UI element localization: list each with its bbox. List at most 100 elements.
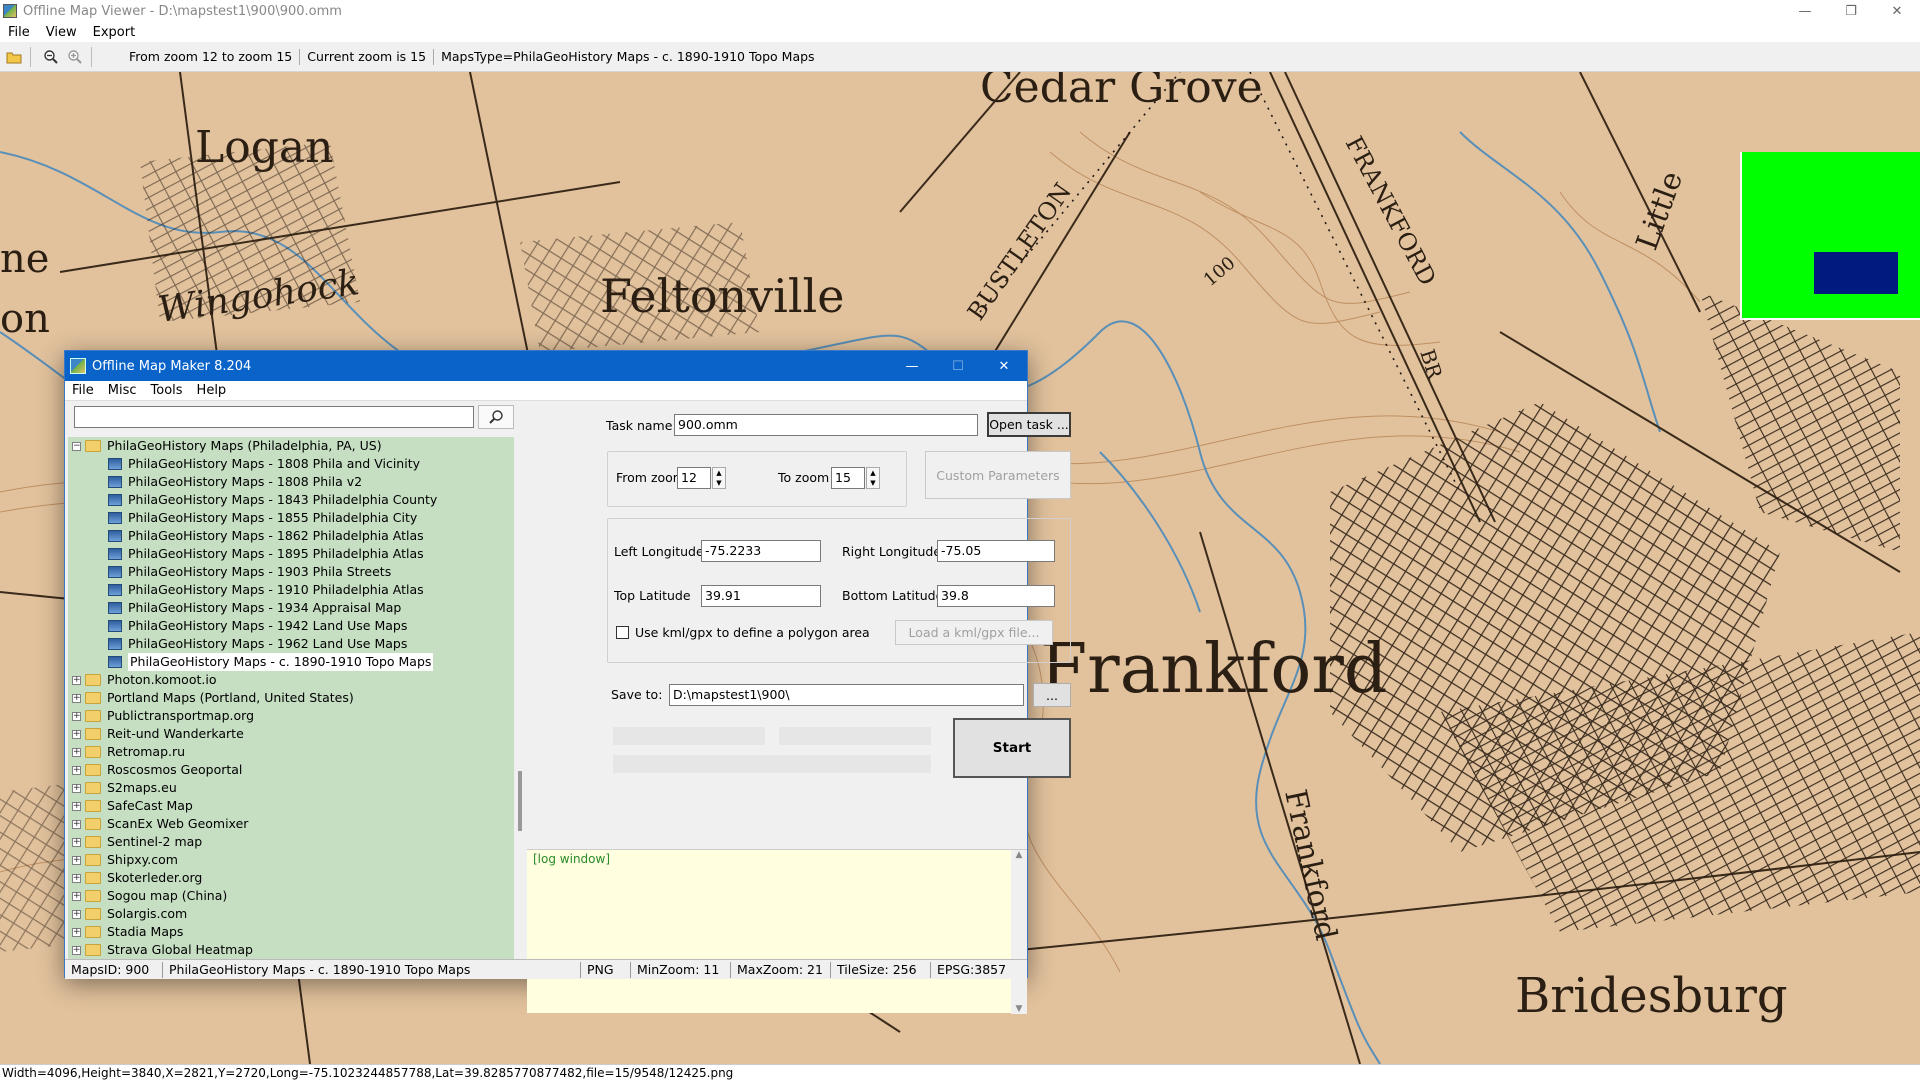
start-button[interactable]: Start <box>953 718 1071 778</box>
menu-view[interactable]: View <box>38 25 85 40</box>
tree-node-label: Solargis.com <box>107 906 188 921</box>
expand-icon[interactable]: + <box>72 873 81 883</box>
maps-tree[interactable]: − PhilaGeoHistory Maps (Philadelphia, PA,… <box>68 437 514 959</box>
tree-map-node[interactable]: PhilaGeoHistory Maps - c. 1890-1910 Topo… <box>68 653 514 671</box>
tree-map-node[interactable]: PhilaGeoHistory Maps - 1962 Land Use Map… <box>68 635 514 653</box>
tree-group-node[interactable]: + S2maps.eu <box>68 779 514 797</box>
tree-group-node[interactable]: + Strava Global Heatmap <box>68 941 514 959</box>
tree-group-node[interactable]: + Portland Maps (Portland, United States) <box>68 689 514 707</box>
menu-help[interactable]: Help <box>190 383 234 398</box>
expand-icon[interactable]: + <box>72 747 81 757</box>
overview-viewport[interactable] <box>1814 252 1898 294</box>
zoom-in-icon[interactable] <box>65 47 85 67</box>
zoom-out-icon[interactable] <box>41 47 61 67</box>
expand-icon[interactable]: + <box>72 729 81 739</box>
expand-icon[interactable]: + <box>72 855 81 865</box>
tree-group-node[interactable]: + Reit-und Wanderkarte <box>68 725 514 743</box>
tree-group-node[interactable]: + Retromap.ru <box>68 743 514 761</box>
save-to-input[interactable]: D:\mapstest1\900\ <box>669 684 1024 706</box>
tree-group-node[interactable]: + Roscosmos Geoportal <box>68 761 514 779</box>
tree-map-node[interactable]: PhilaGeoHistory Maps - 1862 Philadelphia… <box>68 527 514 545</box>
task-name-label: Task name <box>606 418 673 433</box>
tree-group-node[interactable]: − PhilaGeoHistory Maps (Philadelphia, PA,… <box>68 437 514 455</box>
tree-map-node[interactable]: PhilaGeoHistory Maps - 1910 Philadelphia… <box>68 581 514 599</box>
map-icon <box>108 620 122 632</box>
expand-icon[interactable]: + <box>72 909 81 919</box>
tree-map-node[interactable]: PhilaGeoHistory Maps - 1808 Phila and Vi… <box>68 455 514 473</box>
menu-file[interactable]: File <box>65 383 101 398</box>
tree-node-label: PhilaGeoHistory Maps - 1843 Philadelphia… <box>128 492 438 507</box>
viewer-title-bar: Offline Map Viewer - D:\mapstest1\900\90… <box>0 0 1920 22</box>
tree-node-label: Retromap.ru <box>107 744 186 759</box>
to-zoom-stepper[interactable]: ▲ ▼ <box>866 467 880 489</box>
tree-group-node[interactable]: + Stadia Maps <box>68 923 514 941</box>
tree-group-node[interactable]: + Skoterleder.org <box>68 869 514 887</box>
expand-icon[interactable]: + <box>72 675 81 685</box>
bottom-latitude-input[interactable]: 39.8 <box>937 585 1055 607</box>
open-folder-icon[interactable] <box>4 47 24 67</box>
overview-minimap[interactable] <box>1740 152 1920 320</box>
expand-icon[interactable]: + <box>72 891 81 901</box>
tree-group-node[interactable]: + Sentinel-2 map <box>68 833 514 851</box>
close-icon[interactable]: ✕ <box>981 351 1027 381</box>
tree-map-node[interactable]: PhilaGeoHistory Maps - 1942 Land Use Map… <box>68 617 514 635</box>
search-input[interactable] <box>74 406 474 428</box>
folder-icon <box>85 854 101 866</box>
menu-file[interactable]: File <box>0 25 38 40</box>
folder-icon <box>85 800 101 812</box>
tree-map-node[interactable]: PhilaGeoHistory Maps - 1855 Philadelphia… <box>68 509 514 527</box>
expand-icon[interactable]: + <box>72 927 81 937</box>
map-label: Bridesburg <box>1515 968 1788 1024</box>
map-label: on <box>0 296 50 342</box>
minimize-icon[interactable]: — <box>889 351 935 381</box>
panel-splitter[interactable] <box>518 771 522 831</box>
expand-icon[interactable]: + <box>72 711 81 721</box>
open-task-button[interactable]: Open task ... <box>987 412 1071 437</box>
expand-icon[interactable]: + <box>72 765 81 775</box>
tree-group-node[interactable]: + Solargis.com <box>68 905 514 923</box>
tree-map-node[interactable]: PhilaGeoHistory Maps - 1895 Philadelphia… <box>68 545 514 563</box>
tree-group-node[interactable]: + ScanEx Web Geomixer <box>68 815 514 833</box>
browse-button[interactable]: ... <box>1033 683 1071 707</box>
map-label: BR <box>1415 346 1447 383</box>
menu-tools[interactable]: Tools <box>144 383 190 398</box>
expand-icon[interactable]: + <box>72 945 81 955</box>
expand-icon[interactable]: + <box>72 837 81 847</box>
tree-group-node[interactable]: + Publictransportmap.org <box>68 707 514 725</box>
minimize-icon[interactable]: — <box>1782 0 1828 22</box>
map-icon <box>108 584 122 596</box>
map-maker-dialog: Offline Map Maker 8.204 — ☐ ✕ File Misc … <box>64 350 1071 1014</box>
close-icon[interactable]: ✕ <box>1874 0 1920 22</box>
tree-group-node[interactable]: + Sogou map (China) <box>68 887 514 905</box>
tree-group-node[interactable]: + SafeCast Map <box>68 797 514 815</box>
tree-map-node[interactable]: PhilaGeoHistory Maps - 1808 Phila v2 <box>68 473 514 491</box>
tree-group-node[interactable]: + Shipxy.com <box>68 851 514 869</box>
tree-group-node[interactable]: + Photon.komoot.io <box>68 671 514 689</box>
from-zoom-input[interactable]: 12 <box>677 467 711 489</box>
from-zoom-stepper[interactable]: ▲ ▼ <box>712 467 726 489</box>
menu-export[interactable]: Export <box>85 25 144 40</box>
tree-node-label: Photon.komoot.io <box>107 672 217 687</box>
collapse-icon[interactable]: − <box>72 441 81 451</box>
log-window[interactable]: [log window] ▲ ▼ <box>527 849 1027 1014</box>
expand-icon[interactable]: + <box>72 783 81 793</box>
top-latitude-input[interactable]: 39.91 <box>701 585 821 607</box>
menu-misc[interactable]: Misc <box>101 383 144 398</box>
search-button[interactable] <box>478 405 514 429</box>
tree-map-node[interactable]: PhilaGeoHistory Maps - 1934 Appraisal Ma… <box>68 599 514 617</box>
task-name-input[interactable]: 900.omm <box>674 414 978 436</box>
dialog-title-bar[interactable]: Offline Map Maker 8.204 — ☐ ✕ <box>65 351 1027 381</box>
expand-icon[interactable]: + <box>72 819 81 829</box>
expand-icon[interactable]: + <box>72 801 81 811</box>
tree-map-node[interactable]: PhilaGeoHistory Maps - 1903 Phila Street… <box>68 563 514 581</box>
tree-map-node[interactable]: PhilaGeoHistory Maps - 1843 Philadelphia… <box>68 491 514 509</box>
tree-node-label: Stadia Maps <box>107 924 184 939</box>
log-scrollbar[interactable]: ▲ ▼ <box>1011 850 1027 1014</box>
use-kml-checkbox[interactable] <box>616 626 629 639</box>
to-zoom-input[interactable]: 15 <box>831 467 865 489</box>
toolbar-separator <box>91 46 92 67</box>
expand-icon[interactable]: + <box>72 693 81 703</box>
left-longitude-input[interactable]: -75.2233 <box>701 540 821 562</box>
right-longitude-input[interactable]: -75.05 <box>937 540 1055 562</box>
restore-icon[interactable]: ❐ <box>1828 0 1874 22</box>
